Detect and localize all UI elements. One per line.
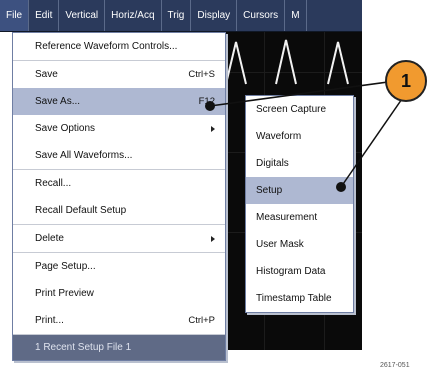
callout-leader-lines bbox=[205, 81, 405, 192]
figure-id: 2617-051 bbox=[380, 362, 410, 369]
callout-badge: 1 bbox=[385, 60, 427, 102]
